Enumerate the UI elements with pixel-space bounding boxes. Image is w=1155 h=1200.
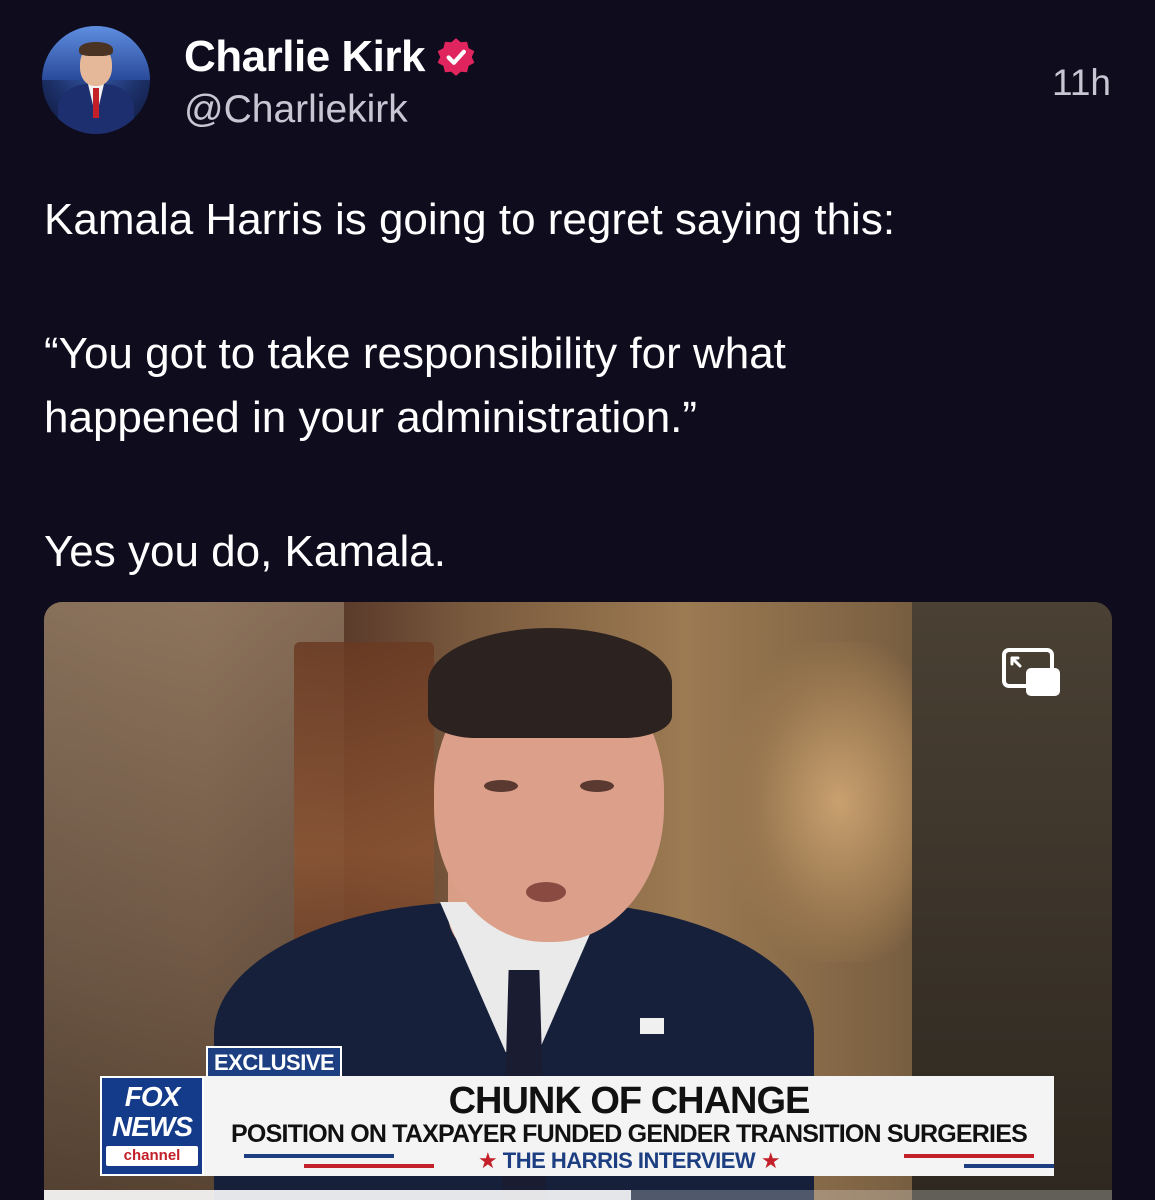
avatar[interactable] [42, 26, 150, 134]
post-text-line: Kamala Harris is going to regret saying … [44, 195, 896, 244]
post-text-line: Yes you do, Kamala. [44, 527, 446, 576]
banner-headline: CHUNK OF CHANGE [448, 1080, 811, 1122]
banner-subheadline: POSITION ON TAXPAYER FUNDED GENDER TRANS… [231, 1120, 1028, 1148]
video-progress-bar[interactable] [44, 1190, 1112, 1200]
fox-news-logo: FOX NEWS channel [100, 1076, 204, 1176]
author-display-name[interactable]: Charlie Kirk [184, 32, 425, 82]
post: Charlie Kirk @Charliekirk 11h Kamala Har… [0, 0, 1155, 1200]
lower-third-banner: CHUNK OF CHANGE POSITION ON TAXPAYER FUN… [204, 1076, 1054, 1176]
verified-badge-icon [437, 38, 475, 76]
exclusive-tag: EXCLUSIVE [206, 1046, 343, 1080]
post-timestamp[interactable]: 11h [1052, 62, 1111, 104]
author-name-row: Charlie Kirk [184, 30, 477, 84]
video-progress-fill [44, 1190, 632, 1200]
video-player[interactable]: EXCLUSIVE FOX NEWS channel CHUNK OF CHAN… [44, 602, 1112, 1200]
banner-ticker: ★ THE HARRIS INTERVIEW ★ [477, 1148, 781, 1173]
post-text-line: “You got to take responsibility for what [44, 329, 786, 378]
picture-in-picture-icon[interactable] [1002, 648, 1062, 698]
post-text-line: happened in your administration.” [44, 393, 698, 442]
author-handle[interactable]: @Charliekirk [184, 88, 408, 132]
